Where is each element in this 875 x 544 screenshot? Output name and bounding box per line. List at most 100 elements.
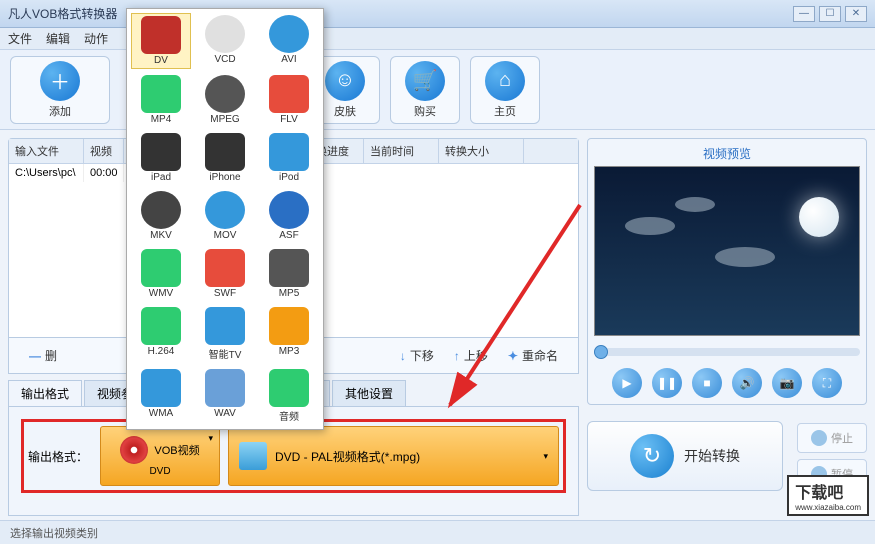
format-label: H.264: [148, 346, 175, 357]
format-item-swf[interactable]: SWF: [195, 247, 255, 301]
format-item-flv[interactable]: FLV: [259, 73, 319, 127]
format-label: MP4: [151, 114, 172, 125]
preview-image: [594, 166, 860, 336]
add-button[interactable]: ＋ 添加: [10, 56, 110, 124]
format-item-wmv[interactable]: WMV: [131, 247, 191, 301]
format-item-ipod[interactable]: iPod: [259, 131, 319, 185]
format-label: iPhone: [209, 172, 240, 183]
format-icon: [205, 75, 245, 113]
format-icon: [269, 369, 309, 407]
preview-title: 视频预览: [594, 145, 860, 162]
format-item-wma[interactable]: WMA: [131, 367, 191, 425]
refresh-icon: ↻: [630, 434, 674, 478]
stop-convert-button[interactable]: 停止: [797, 423, 867, 453]
format-item-iphone[interactable]: iPhone: [195, 131, 255, 185]
format-label: MPEG: [210, 114, 239, 125]
format-label: FLV: [280, 114, 298, 125]
format-label: ASF: [279, 230, 298, 241]
plus-icon: ＋: [40, 61, 80, 101]
format-label: MOV: [214, 230, 237, 241]
format-item-wav[interactable]: WAV: [195, 367, 255, 425]
minimize-button[interactable]: —: [793, 6, 815, 22]
format-icon: [141, 75, 181, 113]
col-video[interactable]: 视频: [84, 139, 124, 163]
menu-file[interactable]: 文件: [8, 30, 32, 47]
arrow-down-icon: ↓: [400, 349, 406, 363]
format-category-menu: DV VCD AVI MP4 MPEG FLV iPad iPhone iPod MKV MOV AS…: [126, 8, 324, 430]
col-input-file[interactable]: 输入文件: [9, 139, 84, 163]
start-convert-button[interactable]: ↻ 开始转换: [587, 421, 783, 491]
format-label: VCD: [214, 54, 235, 65]
format-label: 智能TV: [209, 346, 242, 361]
chevron-down-icon: ▾: [208, 433, 213, 444]
format-item-mp5[interactable]: MP5: [259, 247, 319, 301]
format-label: MP5: [279, 288, 300, 299]
buy-button[interactable]: 🛒 购买: [390, 56, 460, 124]
pause-button[interactable]: ❚❚: [652, 368, 682, 398]
tab-output-format[interactable]: 输出格式: [8, 380, 82, 406]
format-item-h.264[interactable]: H.264: [131, 305, 191, 363]
slider-thumb[interactable]: [594, 345, 608, 359]
format-item-音频[interactable]: 音频: [259, 367, 319, 425]
format-item-mp4[interactable]: MP4: [131, 73, 191, 127]
move-up-button[interactable]: ↑上移: [454, 347, 488, 364]
menu-action[interactable]: 动作: [84, 30, 108, 47]
format-label: iPod: [279, 172, 299, 183]
format-item-mp3[interactable]: MP3: [259, 305, 319, 363]
format-icon: [141, 249, 181, 287]
format-icon: [205, 133, 245, 171]
stop-icon: [811, 430, 827, 446]
format-icon: [141, 191, 181, 229]
format-item-mpeg[interactable]: MPEG: [195, 73, 255, 127]
box-icon: [239, 442, 267, 470]
format-icon: [205, 369, 245, 407]
format-item-vcd[interactable]: VCD: [195, 13, 255, 69]
format-item-dv[interactable]: DV: [131, 13, 191, 69]
fullscreen-button[interactable]: ⛶: [812, 368, 842, 398]
format-item-asf[interactable]: ASF: [259, 189, 319, 243]
col-size[interactable]: 转换大小: [439, 139, 524, 163]
arrow-up-icon: ↑: [454, 349, 460, 363]
format-label: WAV: [214, 408, 236, 419]
format-item-avi[interactable]: AVI: [259, 13, 319, 69]
cart-icon: 🛒: [405, 61, 445, 101]
col-time[interactable]: 当前时间: [364, 139, 439, 163]
format-item-mkv[interactable]: MKV: [131, 189, 191, 243]
smile-icon: ☺: [325, 61, 365, 101]
format-label: WMA: [149, 408, 173, 419]
maximize-button[interactable]: ☐: [819, 6, 841, 22]
format-icon: [141, 16, 181, 54]
close-button[interactable]: ✕: [845, 6, 867, 22]
format-icon: [205, 307, 245, 345]
format-label: SWF: [214, 288, 236, 299]
format-icon: [269, 75, 309, 113]
stop-button[interactable]: ■: [692, 368, 722, 398]
format-icon: [269, 307, 309, 345]
home-button[interactable]: ⌂ 主页: [470, 56, 540, 124]
move-down-button[interactable]: ↓下移: [400, 347, 434, 364]
format-item-智能tv[interactable]: 智能TV: [195, 305, 255, 363]
format-label: MP3: [279, 346, 300, 357]
statusbar: 选择输出视频类别: [0, 520, 875, 544]
format-item-mov[interactable]: MOV: [195, 189, 255, 243]
play-button[interactable]: ▶: [612, 368, 642, 398]
format-icon: [141, 369, 181, 407]
output-format-dropdown[interactable]: DVD - PAL视频格式(*.mpg) ▾: [228, 426, 559, 486]
format-icon: [205, 191, 245, 229]
volume-button[interactable]: 🔊: [732, 368, 762, 398]
output-format-row: 输出格式： ▾ VOB视频 DVD DVD - PAL视频格式(*.mpg) ▾: [21, 419, 566, 493]
format-item-ipad[interactable]: iPad: [131, 131, 191, 185]
preview-panel: 视频预览 ▶ ❚❚ ■ 🔊 📷 ⛶: [587, 138, 867, 405]
delete-button[interactable]: —删: [29, 347, 57, 364]
disc-icon: [120, 436, 148, 464]
progress-slider[interactable]: [594, 348, 860, 356]
snapshot-button[interactable]: 📷: [772, 368, 802, 398]
minus-icon: —: [29, 349, 41, 363]
output-category-dropdown[interactable]: ▾ VOB视频 DVD: [100, 426, 220, 486]
format-label: iPad: [151, 172, 171, 183]
rename-button[interactable]: ✦重命名: [508, 347, 558, 364]
menu-edit[interactable]: 编辑: [46, 30, 70, 47]
tab-other-settings[interactable]: 其他设置: [332, 380, 406, 406]
format-icon: [269, 249, 309, 287]
watermark: 下载吧 www.xiazaiba.com: [787, 475, 869, 516]
